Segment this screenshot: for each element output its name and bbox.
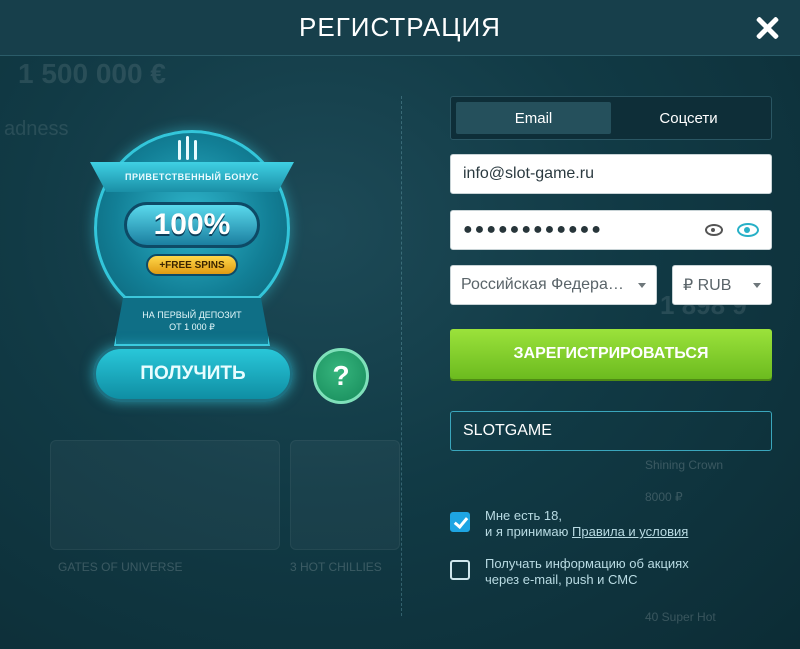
bg-game-tile — [50, 440, 280, 550]
close-icon[interactable] — [752, 13, 782, 43]
country-value: Российская Федерация — [461, 276, 632, 293]
bg-tile-amount: 8000 ₽ — [645, 490, 683, 504]
password-value: ●●●●●●●●●●●● — [463, 221, 603, 238]
age-terms-prefix: и я принимаю — [485, 524, 573, 539]
chevron-down-icon — [638, 282, 646, 288]
registration-tabs: Email Соцсети — [450, 96, 772, 140]
deposit-plate: НА ПЕРВЫЙ ДЕПОЗИТ ОТ 1 000 ₽ — [114, 296, 270, 346]
age-terms-checkbox[interactable] — [450, 512, 470, 532]
bg-jackpot-text: 1 500 000 € — [18, 58, 166, 89]
promo-code-field[interactable]: SLOTGAME — [450, 411, 772, 451]
badge-ray-icon — [194, 140, 197, 160]
bg-tile-label: 40 Super Hot — [645, 610, 716, 624]
promo-code-value: SLOTGAME — [463, 422, 552, 439]
tab-social[interactable]: Соцсети — [611, 102, 766, 134]
currency-select[interactable]: ₽ RUB — [672, 265, 772, 305]
help-icon[interactable]: ? — [313, 348, 369, 404]
bg-game-tile — [290, 440, 400, 550]
bonus-ribbon-label: ПРИВЕТСТВЕННЫЙ БОНУС — [90, 162, 294, 192]
show-password-eye-icon[interactable] — [737, 223, 759, 237]
currency-value: ₽ RUB — [683, 277, 732, 294]
newsletter-line-1: Получать информацию об акциях — [485, 556, 689, 571]
age-terms-text: Мне есть 18, и я принимаю Правила и усло… — [485, 508, 688, 540]
bg-game-name: adness — [4, 118, 69, 140]
age-terms-line-1: Мне есть 18, — [485, 508, 562, 523]
free-spins-label: +FREE SPINS — [146, 254, 238, 276]
modal-title: РЕГИСТРАЦИЯ — [299, 12, 501, 42]
email-value: info@slot-game.ru — [463, 165, 594, 182]
column-divider — [401, 96, 402, 616]
tab-email[interactable]: Email — [456, 102, 611, 134]
bonus-percent: 100% — [124, 202, 260, 248]
age-terms-row: Мне есть 18, и я принимаю Правила и усло… — [450, 508, 688, 540]
bg-tile-label: GATES OF UNIVERSE — [58, 560, 183, 574]
get-bonus-button[interactable]: ПОЛУЧИТЬ — [93, 346, 293, 402]
age-terms-line-2: и я принимаю Правила и условия — [485, 524, 688, 540]
newsletter-checkbox[interactable] — [450, 560, 470, 580]
email-field[interactable]: info@slot-game.ru — [450, 154, 772, 194]
bg-tile-label: 3 HOT CHILLIES — [290, 560, 382, 574]
modal-header: РЕГИСТРАЦИЯ — [0, 0, 800, 56]
badge-ray-icon — [186, 136, 189, 160]
bg-tile-label: Shining Crown — [645, 458, 724, 472]
newsletter-line-2: через e-mail, push и СМС — [485, 572, 638, 587]
password-field[interactable]: ●●●●●●●●●●●● — [450, 210, 772, 250]
terms-link[interactable]: Правила и условия — [572, 524, 688, 539]
newsletter-row: Получать информацию об акциях через e-ma… — [450, 556, 689, 588]
welcome-bonus-badge: ПРИВЕТСТВЕННЫЙ БОНУС 100% +FREE SPINS НА… — [90, 110, 300, 350]
country-select[interactable]: Российская Федерация — [450, 265, 657, 305]
eye-icon[interactable] — [705, 224, 723, 236]
deposit-line-2: ОТ 1 000 ₽ — [169, 322, 215, 332]
badge-ray-icon — [178, 140, 181, 160]
chevron-down-icon — [753, 282, 761, 288]
register-button[interactable]: ЗАРЕГИСТРИРОВАТЬСЯ — [450, 329, 772, 379]
deposit-line-1: НА ПЕРВЫЙ ДЕПОЗИТ — [142, 310, 242, 320]
newsletter-text: Получать информацию об акциях через e-ma… — [485, 556, 689, 588]
